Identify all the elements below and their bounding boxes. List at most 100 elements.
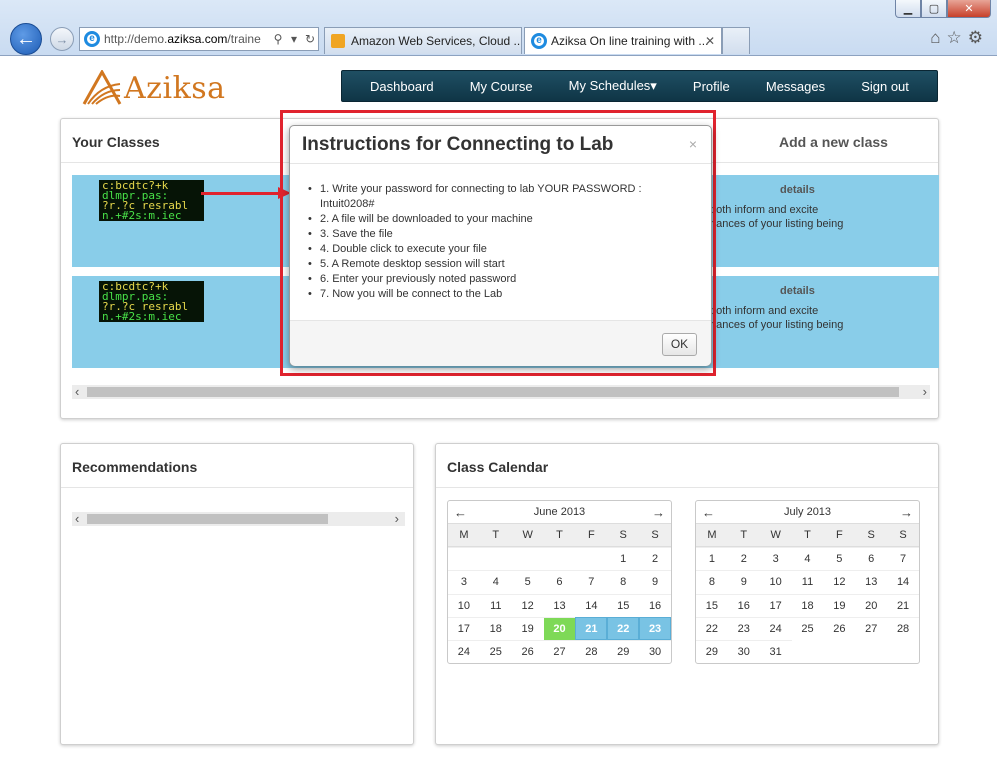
calendar-day[interactable]: 19 xyxy=(823,593,856,617)
calendar-day[interactable]: 22 xyxy=(696,616,728,640)
calendar-day[interactable]: 9 xyxy=(727,570,760,593)
forward-button[interactable]: → xyxy=(50,27,74,51)
scroll-left-icon[interactable]: ‹ xyxy=(75,384,79,399)
calendar-day[interactable]: 29 xyxy=(607,640,640,663)
calendar-day[interactable]: 20 xyxy=(543,616,576,641)
calendar-day[interactable]: 15 xyxy=(607,593,640,617)
calendar-day[interactable]: 2 xyxy=(639,547,671,570)
calendar-day[interactable]: 18 xyxy=(479,616,512,640)
search-icon[interactable]: ⚲ xyxy=(270,32,286,46)
prev-month-icon[interactable]: ← xyxy=(454,501,467,524)
calendar-day[interactable]: 4 xyxy=(791,547,824,570)
calendar-day[interactable]: 26 xyxy=(511,640,544,663)
calendar-day[interactable]: 23 xyxy=(727,616,760,640)
calendar-day[interactable]: 21 xyxy=(575,616,608,641)
calendar-day[interactable]: 15 xyxy=(696,593,728,617)
calendar-day[interactable]: 6 xyxy=(543,570,576,593)
calendar-day[interactable]: 7 xyxy=(887,547,919,570)
calendar-day[interactable]: 7 xyxy=(575,570,608,593)
scrollbar-thumb[interactable] xyxy=(87,514,328,524)
calendar-day[interactable]: 3 xyxy=(759,547,792,570)
calendar-day[interactable]: 27 xyxy=(543,640,576,663)
nav-dashboard[interactable]: Dashboard xyxy=(370,79,434,94)
nav-messages[interactable]: Messages xyxy=(766,79,825,94)
address-text[interactable]: http://demo.aziksa.com/traine xyxy=(104,32,270,46)
calendar-day[interactable]: 17 xyxy=(448,616,480,640)
address-bar[interactable]: e http://demo.aziksa.com/traine ⚲ ▾ ↻ xyxy=(79,27,319,51)
next-month-icon[interactable]: → xyxy=(652,501,665,524)
scroll-right-icon[interactable]: › xyxy=(395,511,399,526)
calendar-day[interactable]: 18 xyxy=(791,593,824,617)
calendar-day[interactable]: 10 xyxy=(448,593,480,617)
calendar-day[interactable]: 2 xyxy=(727,547,760,570)
calendar-day[interactable]: 1 xyxy=(607,547,640,570)
scroll-right-icon[interactable]: › xyxy=(923,384,927,399)
calendar-day[interactable]: 30 xyxy=(727,640,760,663)
calendar-day[interactable]: 21 xyxy=(887,593,919,617)
calendar-day[interactable]: 9 xyxy=(639,570,671,593)
calendar-day[interactable]: 11 xyxy=(479,593,512,617)
minimize-button[interactable]: ▁ xyxy=(895,0,921,18)
calendar-day[interactable]: 13 xyxy=(855,570,888,593)
recommendations-horizontal-scrollbar[interactable]: ‹ › xyxy=(72,511,405,526)
site-logo[interactable]: Aziksa xyxy=(82,70,226,106)
dropdown-icon[interactable]: ▾ xyxy=(286,32,302,46)
calendar-day[interactable]: 12 xyxy=(511,593,544,617)
calendar-day[interactable]: 13 xyxy=(543,593,576,617)
calendar-day[interactable]: 6 xyxy=(855,547,888,570)
calendar-day[interactable]: 29 xyxy=(696,640,728,663)
calendar-day[interactable]: 3 xyxy=(448,570,480,593)
calendar-day[interactable]: 5 xyxy=(823,547,856,570)
nav-sign-out[interactable]: Sign out xyxy=(861,79,909,94)
calendar-day[interactable]: 12 xyxy=(823,570,856,593)
calendar-day[interactable]: 17 xyxy=(759,593,792,617)
calendar-day[interactable]: 1 xyxy=(696,547,728,570)
calendar-day[interactable]: 14 xyxy=(575,593,608,617)
add-new-class-link[interactable]: Add a new class xyxy=(779,134,888,150)
new-tab-button[interactable] xyxy=(722,27,750,54)
calendar-day[interactable]: 16 xyxy=(639,593,671,617)
classes-horizontal-scrollbar[interactable]: ‹ › xyxy=(72,384,930,399)
calendar-day[interactable]: 8 xyxy=(607,570,640,593)
calendar-day[interactable]: 20 xyxy=(855,593,888,617)
calendar-day[interactable]: 16 xyxy=(727,593,760,617)
card-details-link[interactable]: details xyxy=(780,285,815,297)
calendar-day[interactable]: 28 xyxy=(887,616,919,640)
calendar-day[interactable]: 28 xyxy=(575,640,608,663)
scrollbar-thumb[interactable] xyxy=(87,387,899,397)
prev-month-icon[interactable]: ← xyxy=(702,501,715,524)
calendar-day[interactable]: 5 xyxy=(511,570,544,593)
back-button[interactable]: ← xyxy=(10,23,42,55)
calendar-day[interactable]: 24 xyxy=(448,640,480,663)
calendar-day[interactable]: 27 xyxy=(855,616,888,640)
calendar-day[interactable]: 22 xyxy=(607,616,640,641)
ok-button[interactable]: OK xyxy=(662,333,697,356)
calendar-day[interactable]: 23 xyxy=(639,616,671,641)
calendar-day[interactable]: 24 xyxy=(759,616,792,640)
nav-profile[interactable]: Profile xyxy=(693,79,730,94)
modal-close-icon[interactable]: × xyxy=(689,136,697,152)
nav-my-schedules[interactable]: My Schedules▾ xyxy=(569,78,657,94)
card-details-link[interactable]: details xyxy=(780,184,815,196)
calendar-day[interactable]: 4 xyxy=(479,570,512,593)
calendar-day[interactable]: 26 xyxy=(823,616,856,640)
settings-gear-icon[interactable]: ⚙ xyxy=(968,28,983,48)
home-icon[interactable]: ⌂ xyxy=(930,28,940,48)
calendar-day[interactable]: 30 xyxy=(639,640,671,663)
next-month-icon[interactable]: → xyxy=(900,501,913,524)
tab-aws[interactable]: Amazon Web Services, Cloud ... xyxy=(324,27,522,54)
calendar-day[interactable]: 25 xyxy=(791,616,824,640)
nav-my-course[interactable]: My Course xyxy=(470,79,533,94)
tab-close-icon[interactable]: ✕ xyxy=(705,34,715,48)
favorites-star-icon[interactable]: ☆ xyxy=(947,28,962,48)
scroll-left-icon[interactable]: ‹ xyxy=(75,511,79,526)
refresh-icon[interactable]: ↻ xyxy=(302,32,318,46)
calendar-day[interactable]: 8 xyxy=(696,570,728,593)
calendar-day[interactable]: 19 xyxy=(511,616,544,640)
calendar-day[interactable]: 14 xyxy=(887,570,919,593)
calendar-day[interactable]: 11 xyxy=(791,570,824,593)
calendar-day[interactable]: 31 xyxy=(759,640,792,663)
maximize-button[interactable]: ▢ xyxy=(921,0,947,18)
tab-aziksa[interactable]: e Aziksa On line training with ... ✕ xyxy=(524,27,722,54)
calendar-day[interactable]: 25 xyxy=(479,640,512,663)
